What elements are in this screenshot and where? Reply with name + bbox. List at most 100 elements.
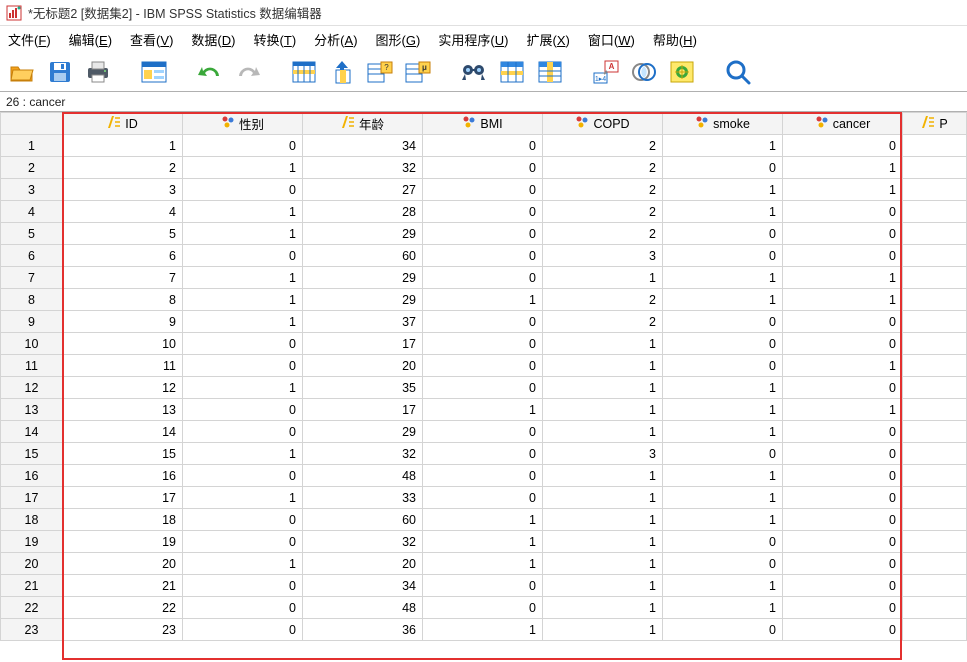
cell[interactable]: 0: [783, 443, 903, 465]
cell[interactable]: 1: [543, 465, 663, 487]
cell[interactable]: 19: [63, 531, 183, 553]
cell[interactable]: 4: [63, 201, 183, 223]
table-row[interactable]: 18180601110: [1, 509, 967, 531]
cell[interactable]: 0: [783, 465, 903, 487]
cell[interactable]: 0: [183, 399, 303, 421]
cell[interactable]: [903, 421, 967, 443]
cell[interactable]: 60: [303, 245, 423, 267]
cell[interactable]: 1: [183, 267, 303, 289]
cell[interactable]: 1: [663, 289, 783, 311]
cell[interactable]: 29: [303, 289, 423, 311]
cell[interactable]: 0: [183, 465, 303, 487]
cell[interactable]: 5: [63, 223, 183, 245]
cell[interactable]: 0: [423, 179, 543, 201]
cell[interactable]: 0: [183, 531, 303, 553]
cell[interactable]: 1: [183, 311, 303, 333]
cell[interactable]: 0: [423, 377, 543, 399]
cell[interactable]: 27: [303, 179, 423, 201]
run-descriptives-button[interactable]: μ: [404, 58, 432, 86]
cell[interactable]: [903, 179, 967, 201]
cell[interactable]: 1: [183, 553, 303, 575]
redo-button[interactable]: [234, 58, 262, 86]
table-row[interactable]: 881291211: [1, 289, 967, 311]
table-row[interactable]: 441280210: [1, 201, 967, 223]
cell[interactable]: 2: [543, 223, 663, 245]
table-row[interactable]: 221320201: [1, 157, 967, 179]
cell[interactable]: 1: [663, 201, 783, 223]
menu-data[interactable]: 数据(D): [191, 30, 235, 49]
cell[interactable]: 1: [543, 487, 663, 509]
cell[interactable]: 0: [423, 465, 543, 487]
cell[interactable]: 0: [663, 245, 783, 267]
cell[interactable]: 0: [783, 575, 903, 597]
print-button[interactable]: [84, 58, 112, 86]
menu-edit[interactable]: 编辑(E): [69, 30, 112, 49]
menu-graph[interactable]: 图形(G): [376, 30, 421, 49]
cell[interactable]: 1: [423, 531, 543, 553]
row-header[interactable]: 22: [1, 597, 63, 619]
cell[interactable]: 1: [423, 509, 543, 531]
cell[interactable]: 2: [543, 311, 663, 333]
table-row[interactable]: 20201201100: [1, 553, 967, 575]
cell[interactable]: 1: [663, 509, 783, 531]
cell[interactable]: 0: [783, 553, 903, 575]
cell[interactable]: 2: [543, 135, 663, 157]
cell[interactable]: 0: [783, 619, 903, 641]
menu-transform[interactable]: 转换(T): [254, 30, 297, 49]
cell[interactable]: 16: [63, 465, 183, 487]
cell[interactable]: 2: [543, 289, 663, 311]
cell[interactable]: 0: [663, 223, 783, 245]
cell[interactable]: 14: [63, 421, 183, 443]
cell[interactable]: 1: [783, 399, 903, 421]
cell[interactable]: 0: [423, 267, 543, 289]
cell[interactable]: 1: [543, 553, 663, 575]
goto-variable-button[interactable]: [328, 58, 356, 86]
cell[interactable]: 2: [543, 201, 663, 223]
row-header[interactable]: 4: [1, 201, 63, 223]
cell[interactable]: 1: [663, 267, 783, 289]
cell[interactable]: [903, 377, 967, 399]
cell[interactable]: 1: [543, 575, 663, 597]
cell[interactable]: 37: [303, 311, 423, 333]
menu-file[interactable]: 文件(F): [8, 30, 51, 49]
cell[interactable]: 18: [63, 509, 183, 531]
cell[interactable]: [903, 531, 967, 553]
cell[interactable]: 0: [663, 619, 783, 641]
cell[interactable]: 0: [783, 223, 903, 245]
cell[interactable]: 0: [183, 509, 303, 531]
cell[interactable]: 3: [543, 245, 663, 267]
cell[interactable]: [903, 289, 967, 311]
row-header[interactable]: 6: [1, 245, 63, 267]
cell[interactable]: 1: [183, 487, 303, 509]
open-button[interactable]: [8, 58, 36, 86]
row-header[interactable]: 15: [1, 443, 63, 465]
cell[interactable]: 1: [183, 443, 303, 465]
cell[interactable]: 34: [303, 135, 423, 157]
row-header[interactable]: 20: [1, 553, 63, 575]
column-header-copd[interactable]: COPD: [543, 113, 663, 135]
cell[interactable]: 0: [423, 311, 543, 333]
table-row[interactable]: 16160480110: [1, 465, 967, 487]
cell[interactable]: 0: [663, 333, 783, 355]
cell[interactable]: 36: [303, 619, 423, 641]
cell[interactable]: 1: [663, 179, 783, 201]
row-header[interactable]: 3: [1, 179, 63, 201]
cell[interactable]: 0: [423, 421, 543, 443]
cell[interactable]: 1: [183, 289, 303, 311]
cell[interactable]: 23: [63, 619, 183, 641]
cell[interactable]: 1: [423, 553, 543, 575]
row-header[interactable]: 12: [1, 377, 63, 399]
cell[interactable]: 12: [63, 377, 183, 399]
cell[interactable]: 0: [423, 487, 543, 509]
column-header-smoke[interactable]: smoke: [663, 113, 783, 135]
cell[interactable]: [903, 201, 967, 223]
value-labels-button[interactable]: A1▸4: [592, 58, 620, 86]
cell[interactable]: 17: [303, 399, 423, 421]
cell[interactable]: [903, 619, 967, 641]
cell[interactable]: 0: [423, 201, 543, 223]
show-all-button[interactable]: [668, 58, 696, 86]
cell[interactable]: 33: [303, 487, 423, 509]
cell[interactable]: 0: [783, 531, 903, 553]
goto-case-button[interactable]: [290, 58, 318, 86]
cell[interactable]: 9: [63, 311, 183, 333]
